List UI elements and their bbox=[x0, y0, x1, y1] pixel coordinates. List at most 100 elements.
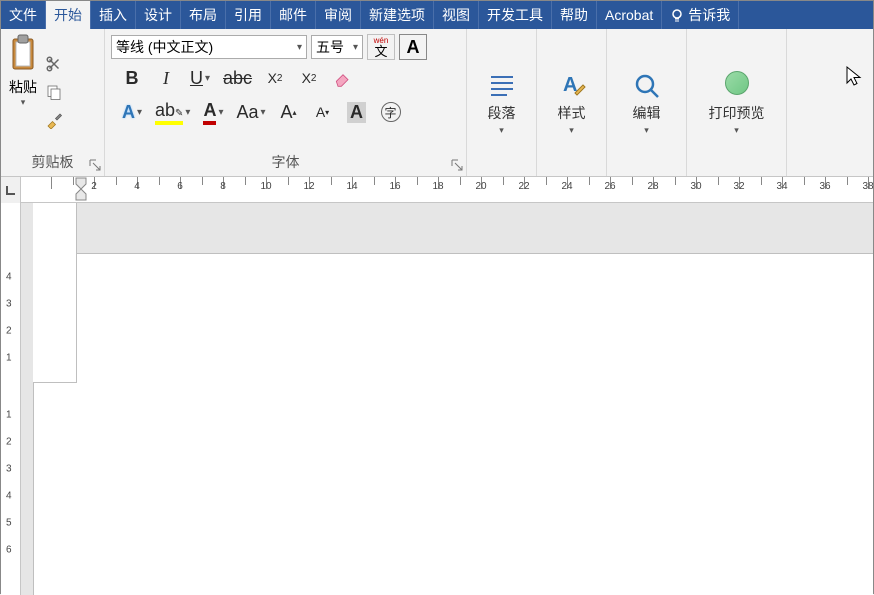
tab-10[interactable]: 开发工具 bbox=[479, 1, 552, 29]
tab-6[interactable]: 邮件 bbox=[271, 1, 316, 29]
horizontal-ruler[interactable]: 2468101214161820222426283032343638 bbox=[21, 177, 873, 203]
font-name-combo[interactable]: 等线 (中文正文) ▾ bbox=[111, 35, 307, 59]
bold-button[interactable]: B bbox=[121, 65, 143, 91]
paste-label: 粘贴 bbox=[9, 77, 37, 97]
dialog-launcher-icon[interactable] bbox=[450, 158, 464, 172]
ruler-corner bbox=[1, 177, 21, 203]
document-page[interactable] bbox=[33, 253, 873, 595]
print-preview-button[interactable]: 打印预览 ▾ bbox=[709, 33, 765, 174]
clipboard-small-buttons bbox=[43, 33, 65, 150]
shrink-font-button[interactable]: A▾ bbox=[312, 99, 334, 125]
italic-button[interactable]: I bbox=[155, 65, 177, 91]
tab-1[interactable]: 开始 bbox=[46, 1, 91, 29]
vertical-ruler[interactable]: 4321123456 bbox=[1, 203, 21, 595]
group-print-preview: 打印预览 ▾ bbox=[687, 29, 787, 176]
tab-0[interactable]: 文件 bbox=[1, 1, 46, 29]
tab-2[interactable]: 插入 bbox=[91, 1, 136, 29]
character-shading-button[interactable]: A bbox=[346, 99, 368, 125]
group-paragraph: 段落 ▾ bbox=[467, 29, 537, 176]
superscript-button[interactable]: X2 bbox=[298, 65, 320, 91]
highlight-button[interactable]: ab✎▾ bbox=[155, 99, 190, 125]
format-painter-button[interactable] bbox=[43, 109, 65, 131]
chevron-down-icon: ▾ bbox=[297, 42, 302, 53]
ruler-tick-label: 14 bbox=[346, 181, 357, 192]
ruler-tick-label: 8 bbox=[220, 181, 226, 192]
ruler-tick-label: 22 bbox=[518, 181, 529, 192]
styles-label: 样式 bbox=[558, 103, 586, 123]
ruler-tick-label: 4 bbox=[134, 181, 140, 192]
styles-button[interactable]: A 样式 ▾ bbox=[557, 33, 587, 174]
chevron-down-icon: ▾ bbox=[569, 125, 574, 136]
phonetic-guide-button[interactable]: wén 文 bbox=[367, 34, 395, 60]
font-row-3: A▾ ab✎▾ A▾ Aa▾ A▴ A▾ A 字 bbox=[111, 95, 460, 129]
tab-12[interactable]: Acrobat bbox=[597, 1, 662, 29]
copy-icon bbox=[45, 83, 63, 101]
tab-11[interactable]: 帮助 bbox=[552, 1, 597, 29]
subscript-button[interactable]: X2 bbox=[264, 65, 286, 91]
chevron-down-icon: ▾ bbox=[353, 42, 358, 53]
scissors-icon bbox=[45, 55, 63, 73]
tab-3[interactable]: 设计 bbox=[136, 1, 181, 29]
paste-button[interactable]: 粘贴 ▾ bbox=[7, 33, 39, 150]
tab-7[interactable]: 审阅 bbox=[316, 1, 361, 29]
editing-button[interactable]: 编辑 ▾ bbox=[632, 33, 662, 174]
group-label-clipboard: 剪贴板 bbox=[7, 150, 98, 174]
vruler-tick-label: 2 bbox=[6, 437, 12, 448]
font-row-2: B I U▾ abc X2 X2 bbox=[111, 61, 460, 95]
ruler-tick-label: 38 bbox=[862, 181, 873, 192]
chevron-down-icon: ▾ bbox=[499, 125, 504, 136]
vruler-tick-label: 4 bbox=[6, 272, 12, 283]
font-size-value: 五号 bbox=[316, 37, 344, 57]
print-preview-label: 打印预览 bbox=[709, 103, 765, 123]
vruler-tick-label: 2 bbox=[6, 326, 12, 337]
page-space[interactable] bbox=[21, 203, 873, 595]
ruler-tick-label: 20 bbox=[475, 181, 486, 192]
underline-button[interactable]: U▾ bbox=[189, 65, 211, 91]
enclose-characters-button[interactable]: 字 bbox=[380, 99, 402, 125]
clipboard-body: 粘贴 ▾ bbox=[7, 33, 98, 150]
ribbon: 粘贴 ▾ 剪贴板 等线 (中文正文) ▾ bbox=[1, 29, 873, 177]
chevron-down-icon: ▾ bbox=[734, 125, 739, 136]
cut-button[interactable] bbox=[43, 53, 65, 75]
paragraph-button[interactable]: 段落 ▾ bbox=[487, 33, 517, 174]
grow-font-button[interactable]: A▴ bbox=[278, 99, 300, 125]
font-row-1: 等线 (中文正文) ▾ 五号 ▾ wén 文 A bbox=[111, 33, 460, 61]
tab-4[interactable]: 布局 bbox=[181, 1, 226, 29]
horizontal-ruler-area: 2468101214161820222426283032343638 bbox=[1, 177, 873, 203]
phonetic-char: 文 bbox=[374, 45, 387, 58]
ribbon-tabbar: 文件开始插入设计布局引用邮件审阅新建选项视图开发工具帮助Acrobat告诉我 bbox=[1, 1, 873, 29]
ruler-tick-label: 18 bbox=[432, 181, 443, 192]
vruler-tick-label: 3 bbox=[6, 464, 12, 475]
editing-label: 编辑 bbox=[633, 103, 661, 123]
search-icon bbox=[632, 71, 662, 101]
styles-icon: A bbox=[557, 71, 587, 101]
strikethrough-button[interactable]: abc bbox=[223, 65, 252, 91]
group-font: 等线 (中文正文) ▾ 五号 ▾ wén 文 A B I U▾ abc X2 X… bbox=[105, 29, 467, 176]
indent-marker-icon[interactable] bbox=[75, 177, 87, 201]
text-effects-button[interactable]: A▾ bbox=[121, 99, 143, 125]
change-case-button[interactable]: Aa▾ bbox=[236, 99, 265, 125]
tell-me-button[interactable]: 告诉我 bbox=[662, 1, 739, 29]
ribbon-spacer bbox=[787, 29, 873, 176]
tab-8[interactable]: 新建选项 bbox=[361, 1, 434, 29]
dialog-launcher-icon[interactable] bbox=[88, 158, 102, 172]
vruler-tick-label: 1 bbox=[6, 410, 12, 421]
chevron-down-icon: ▾ bbox=[21, 97, 26, 108]
circle-icon bbox=[725, 71, 749, 95]
group-editing: 编辑 ▾ bbox=[607, 29, 687, 176]
tab-5[interactable]: 引用 bbox=[226, 1, 271, 29]
clear-formatting-button[interactable] bbox=[332, 65, 354, 91]
chevron-down-icon: ▾ bbox=[644, 125, 649, 136]
group-clipboard: 粘贴 ▾ 剪贴板 bbox=[1, 29, 105, 176]
document-area: 4321123456 bbox=[1, 203, 873, 595]
vruler-tick-label: 6 bbox=[6, 545, 12, 556]
tab-9[interactable]: 视图 bbox=[434, 1, 479, 29]
character-border-button[interactable]: A bbox=[399, 34, 427, 60]
font-color-button[interactable]: A▾ bbox=[202, 99, 224, 125]
document-page[interactable] bbox=[33, 203, 77, 383]
vruler-tick-label: 1 bbox=[6, 353, 12, 364]
ruler-tick-label: 34 bbox=[776, 181, 787, 192]
copy-button[interactable] bbox=[43, 81, 65, 103]
ruler-tick-label: 2 bbox=[91, 181, 97, 192]
font-size-combo[interactable]: 五号 ▾ bbox=[311, 35, 363, 59]
